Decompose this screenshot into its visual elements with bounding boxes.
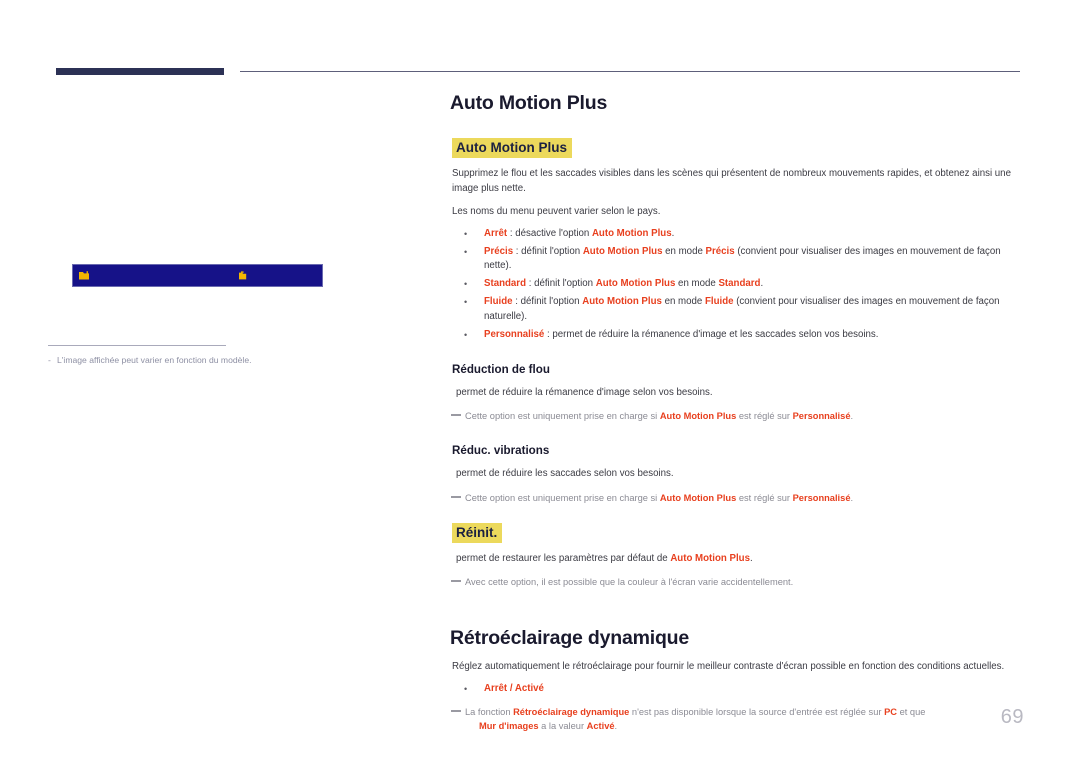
option-tail: . (671, 227, 675, 239)
option-term: Arrêt / Activé (484, 682, 544, 694)
note-emphasis-2: Personnalisé (792, 492, 851, 503)
folder-icon (78, 269, 91, 282)
note-text: Cette option est uniquement prise en cha… (465, 411, 660, 422)
reinit-body: permet de restaurer les paramètres par d… (456, 552, 1022, 567)
option-mid: en mode (661, 296, 705, 308)
left-illustration-column: - L'image affichée peut varier en fonctio… (0, 90, 420, 750)
note-retroeclairage: La fonction Rétroéclairage dynamique n'e… (450, 705, 1022, 733)
option-emphasis-2: Précis (705, 245, 735, 257)
option-text: : désactive l'option (507, 227, 592, 239)
note-mid-2: et que (896, 707, 926, 718)
option-term: Précis (484, 245, 514, 257)
note-emphasis-4: Activé (586, 721, 615, 732)
option-emphasis-2: Standard (718, 278, 761, 290)
list-item: Arrêt / Activé (450, 682, 1022, 696)
option-mid: en mode (662, 245, 706, 257)
header-rule-thick (56, 68, 224, 75)
note-reinit: Avec cette option, il est possible que l… (450, 575, 1022, 589)
page-header-rules (0, 0, 1080, 90)
note-mid: est réglé sur (736, 492, 793, 503)
section-intro-paragraph-2: Les noms du menu peuvent varier selon le… (452, 206, 661, 217)
option-tail: . (760, 278, 764, 290)
option-emphasis: Auto Motion Plus (595, 278, 676, 290)
option-emphasis: Auto Motion Plus (582, 296, 662, 308)
option-term: Fluide (484, 296, 513, 308)
header-rule-thin (240, 71, 1020, 73)
note-tail: . (850, 411, 854, 422)
section2-intro-paragraph: Réglez automatiquement le rétroéclairage… (452, 661, 1005, 673)
note-emphasis-2: PC (884, 707, 897, 718)
highlighted-heading-auto-motion-plus: Auto Motion Plus (452, 138, 572, 158)
subsection-heading-reduction-de-flou: Réduction de flou (452, 362, 550, 376)
section-title-auto-motion-plus: Auto Motion Plus (450, 92, 608, 114)
reinit-body-emphasis: Auto Motion Plus (670, 552, 750, 564)
list-item: Arrêt : désactive l'option Auto Motion P… (450, 227, 1022, 241)
note-mid: n'est pas disponible lorsque la source d… (629, 707, 885, 718)
auto-motion-plus-option-list: Arrêt : désactive l'option Auto Motion P… (450, 227, 1022, 343)
subsection-heading-reduc-vibrations: Réduc. vibrations (452, 444, 550, 458)
page-number: 69 (1000, 706, 1024, 728)
osd-menu-bar-illustration (72, 264, 323, 287)
note-text: Cette option est uniquement prise en cha… (465, 492, 660, 503)
note-text: Avec cette option, il est possible que l… (465, 577, 794, 588)
subsection-body: permet de réduire les saccades selon vos… (456, 468, 674, 480)
option-term: Standard (484, 278, 526, 290)
note-text: La fonction (465, 707, 514, 718)
option-emphasis: Auto Motion Plus (591, 227, 672, 239)
section-title-retroeclairage-dynamique: Rétroéclairage dynamique (450, 627, 690, 650)
highlight-heading-wrap: Auto Motion Plus (452, 138, 1022, 158)
section-intro-paragraph: Supprimez le flou et les saccades visibl… (452, 168, 1011, 194)
reinit-body-text: permet de restaurer les paramètres par d… (456, 552, 671, 564)
option-text: : permet de réduire la rémanence d'image… (544, 328, 879, 340)
option-term: Arrêt (484, 227, 508, 239)
reinit-body-tail: . (749, 552, 753, 564)
main-content: Auto Motion Plus Auto Motion Plus Suppri… (450, 90, 1022, 733)
note-mid-3: a la valeur (538, 721, 587, 732)
note-emphasis-2: Personnalisé (792, 411, 851, 422)
highlight-heading-wrap: Réinit. (452, 522, 1022, 543)
note-emphasis: Auto Motion Plus (659, 411, 737, 422)
option-term: Personnalisé (484, 328, 545, 340)
left-note-text: L'image affichée peut varier en fonction… (57, 355, 252, 365)
note-mid: est réglé sur (736, 411, 793, 422)
subsection-body: permet de réduire la rémanence d'image s… (456, 386, 713, 398)
list-item: Fluide : définit l'option Auto Motion Pl… (450, 295, 1022, 323)
option-emphasis: Auto Motion Plus (582, 245, 663, 257)
folder-icon (236, 269, 249, 282)
option-mid: en mode (675, 278, 719, 290)
highlighted-heading-reinit: Réinit. (452, 522, 503, 543)
left-note-divider (48, 345, 226, 346)
left-note-dash: - (48, 355, 51, 365)
note-emphasis: Auto Motion Plus (659, 492, 737, 503)
option-text: : définit l'option (526, 278, 596, 290)
list-item: Précis : définit l'option Auto Motion Pl… (450, 245, 1022, 273)
note-tail: . (614, 721, 618, 732)
note-emphasis: Rétroéclairage dynamique (513, 707, 630, 718)
note-reduction-de-flou: Cette option est uniquement prise en cha… (450, 409, 1022, 423)
option-text: : définit l'option (513, 245, 583, 257)
list-item: Personnalisé : permet de réduire la réma… (450, 328, 1022, 342)
note-reduc-vibrations: Cette option est uniquement prise en cha… (450, 491, 1022, 505)
option-emphasis-2: Fluide (704, 296, 734, 308)
note-tail: . (850, 492, 854, 503)
left-note: - L'image affichée peut varier en fonctio… (48, 354, 378, 366)
retroeclairage-option-list: Arrêt / Activé (450, 682, 1022, 696)
list-item: Standard : définit l'option Auto Motion … (450, 277, 1022, 291)
note-emphasis-3: Mur d'images (479, 721, 539, 732)
option-text: : définit l'option (512, 296, 583, 308)
